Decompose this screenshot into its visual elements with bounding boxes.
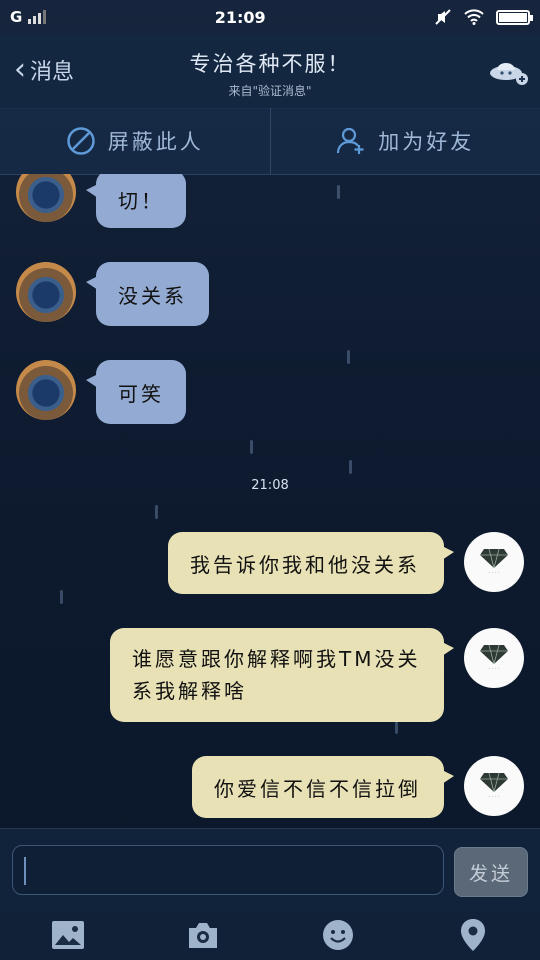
incoming-message[interactable]: 切！: [86, 174, 186, 228]
page-title: 专治各种不服！: [189, 52, 351, 76]
message-input[interactable]: [12, 845, 444, 895]
message-text: 没关系: [118, 283, 187, 308]
action-bar: 屏蔽此人 加为好友: [0, 108, 540, 175]
my-avatar[interactable]: · · · ·: [464, 628, 524, 688]
emoji-icon: [322, 920, 353, 950]
message-text: 可笑: [118, 381, 164, 406]
robot-add-icon[interactable]: [488, 56, 530, 86]
diamond-icon: [480, 644, 508, 664]
my-avatar[interactable]: · · · ·: [464, 756, 524, 816]
diamond-icon: [480, 548, 508, 568]
battery-icon: [496, 9, 533, 25]
status-time: 21:09: [214, 7, 266, 27]
carrier-label: G: [10, 8, 23, 26]
camera-button[interactable]: [183, 915, 223, 955]
message-text: 谁愿意跟你解释啊我TM没关系我解释啥: [132, 647, 421, 703]
message-list[interactable]: 切！ 没关系 可笑 21:08 · · · · 我告诉你我和他没关系 · · ·…: [0, 174, 540, 828]
location-icon: [460, 919, 485, 951]
compose-bar: 发送: [0, 828, 540, 911]
message-timestamp: 21:08: [251, 478, 289, 493]
incoming-message[interactable]: 可笑: [86, 360, 186, 424]
location-button[interactable]: [453, 915, 493, 955]
text-caret: [24, 857, 26, 885]
contact-avatar[interactable]: [16, 360, 76, 420]
add-friend-button[interactable]: 加为好友: [269, 108, 540, 174]
signal-icon: [28, 10, 47, 24]
message-text: 你爱信不信不信拉倒: [214, 776, 421, 801]
mute-icon: [435, 9, 451, 25]
send-button[interactable]: 发送: [454, 847, 528, 897]
message-text: 我告诉你我和他没关系: [190, 552, 420, 577]
image-icon: [51, 921, 84, 949]
attachment-toolbar: [0, 910, 540, 960]
block-user-button[interactable]: 屏蔽此人: [0, 108, 270, 174]
add-user-icon: [337, 127, 364, 154]
camera-icon: [188, 923, 217, 948]
send-label: 发送: [468, 862, 513, 885]
incoming-message[interactable]: 没关系: [86, 262, 209, 326]
emoji-button[interactable]: [318, 915, 358, 955]
image-button[interactable]: [48, 915, 88, 955]
block-user-label: 屏蔽此人: [107, 130, 204, 154]
diamond-icon: [480, 772, 508, 792]
add-friend-label: 加为好友: [378, 130, 475, 154]
contact-avatar[interactable]: [16, 174, 76, 222]
status-bar: G 21:09: [0, 0, 540, 34]
wifi-icon: [464, 9, 484, 25]
outgoing-message[interactable]: 我告诉你我和他没关系: [168, 532, 454, 594]
my-avatar[interactable]: · · · ·: [464, 532, 524, 592]
contact-avatar[interactable]: [16, 262, 76, 322]
message-text: 切！: [118, 188, 164, 213]
outgoing-message[interactable]: 你爱信不信不信拉倒: [192, 756, 454, 818]
page-subtitle: 来自"验证消息": [228, 84, 312, 98]
title-block: 专治各种不服！ 来自"验证消息": [0, 48, 540, 99]
chat-header: ‹ 消息 专治各种不服！ 来自"验证消息": [0, 34, 540, 109]
outgoing-message[interactable]: 谁愿意跟你解释啊我TM没关系我解释啥: [110, 628, 454, 722]
block-icon: [67, 127, 95, 155]
